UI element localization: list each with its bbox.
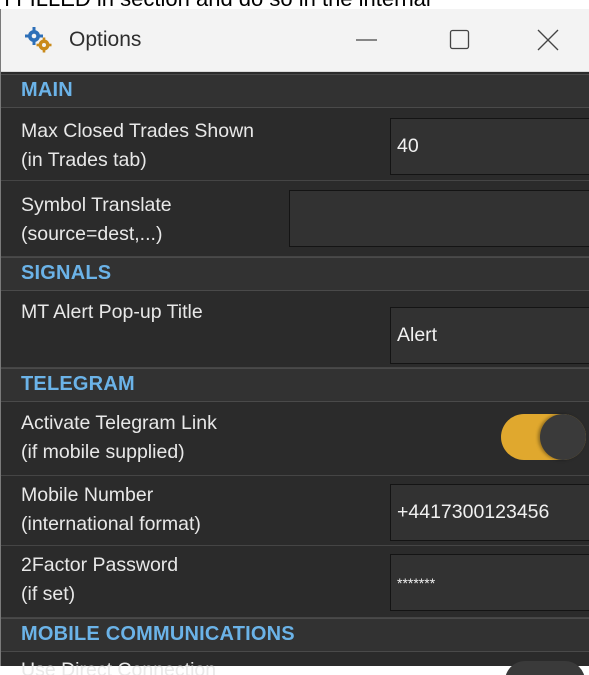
background-caption-text: I FILLED in section and do so in the int…	[4, 0, 431, 9]
setting-direct-connection: Use Direct Connection	[1, 651, 589, 675]
setting-mobile-number: Mobile Number (international format)	[1, 476, 589, 546]
setting-label: Mobile Number (international format)	[21, 484, 201, 535]
max-closed-trades-input[interactable]	[390, 118, 589, 175]
section-mobile-title: MOBILE COMMUNICATIONS	[21, 623, 295, 645]
background-caption: I FILLED in section and do so in the int…	[0, 0, 589, 9]
setting-mt-alert-title: MT Alert Pop-up Title	[1, 291, 589, 368]
maximize-icon	[449, 29, 470, 50]
setting-activate-telegram: Activate Telegram Link (if mobile suppli…	[1, 402, 589, 476]
section-main-title: MAIN	[21, 79, 73, 101]
section-signals: SIGNALS	[1, 257, 589, 291]
setting-symbol-translate: Symbol Translate (source=dest,...)	[1, 181, 589, 257]
title-bar[interactable]: Options	[1, 9, 589, 72]
setting-label: 2Factor Password (if set)	[21, 554, 179, 605]
toggle-knob	[540, 414, 586, 460]
symbol-translate-input[interactable]	[289, 190, 589, 247]
close-button[interactable]	[525, 19, 571, 61]
section-mobile-communications: MOBILE COMMUNICATIONS	[1, 618, 589, 652]
setting-label: Use Direct Connection	[21, 659, 217, 675]
twofactor-password-input[interactable]	[390, 554, 589, 611]
mobile-number-input[interactable]	[390, 484, 589, 541]
setting-label: Symbol Translate (source=dest,...)	[21, 194, 172, 245]
setting-label: MT Alert Pop-up Title	[21, 301, 203, 323]
setting-label: Max Closed Trades Shown (in Trades tab)	[21, 120, 255, 171]
gears-icon	[25, 27, 52, 53]
mt-alert-title-input[interactable]	[390, 307, 589, 364]
section-main: MAIN	[1, 74, 589, 108]
minimize-button[interactable]	[344, 19, 390, 61]
setting-max-closed-trades: Max Closed Trades Shown (in Trades tab)	[1, 108, 589, 181]
minimize-icon	[356, 39, 377, 41]
close-icon	[537, 29, 559, 51]
activate-telegram-toggle[interactable]	[501, 414, 586, 460]
section-telegram: TELEGRAM	[1, 368, 589, 402]
section-signals-title: SIGNALS	[21, 262, 112, 284]
section-telegram-title: TELEGRAM	[21, 373, 135, 395]
setting-2factor-password: 2Factor Password (if set)	[1, 546, 589, 618]
options-window: Options MAIN Max Closed Trades Shown (in…	[0, 9, 589, 675]
window-title: Options	[69, 28, 142, 51]
direct-connection-toggle[interactable]	[505, 661, 585, 675]
maximize-button[interactable]	[437, 19, 483, 61]
setting-label: Activate Telegram Link (if mobile suppli…	[21, 412, 217, 463]
